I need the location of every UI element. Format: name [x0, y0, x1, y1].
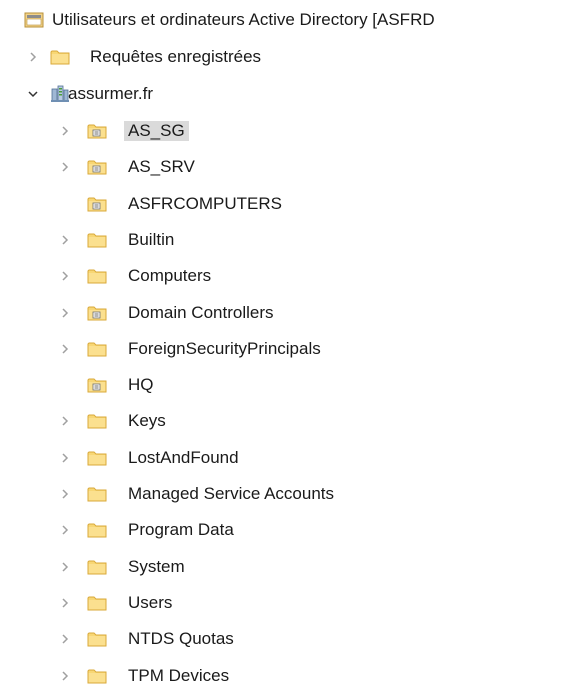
folder-icon: [87, 267, 107, 285]
folder-icon: [87, 412, 107, 430]
tree-node-label: HQ: [128, 375, 154, 395]
chevron-right-icon[interactable]: [58, 523, 72, 537]
chevron-right-icon[interactable]: [58, 560, 72, 574]
tree-node[interactable]: Users: [0, 588, 576, 618]
chevron-right-icon[interactable]: [58, 124, 72, 138]
organizational-unit-icon: [87, 158, 107, 176]
chevron-down-icon[interactable]: [26, 87, 40, 101]
tree-root-label: Utilisateurs et ordinateurs Active Direc…: [52, 10, 435, 29]
chevron-right-icon[interactable]: [58, 233, 72, 247]
tree-node-label: AS_SRV: [128, 157, 195, 177]
tree-node[interactable]: System: [0, 552, 576, 582]
tree-node[interactable]: Managed Service Accounts: [0, 479, 576, 509]
chevron-right-icon[interactable]: [58, 342, 72, 356]
tree-node-label: Computers: [128, 266, 212, 286]
chevron-right-icon[interactable]: [58, 669, 72, 683]
tree-node-label: Program Data: [128, 520, 234, 540]
tree-node[interactable]: AS_SG: [0, 116, 576, 146]
folder-icon: [87, 521, 107, 539]
tree-node-saved-queries[interactable]: Requêtes enregistrées: [0, 42, 576, 72]
tree-node[interactable]: Computers: [0, 261, 576, 291]
tree-node-label: Builtin: [128, 229, 175, 249]
chevron-right-icon[interactable]: [58, 306, 72, 320]
tree-node[interactable]: AS_SRV: [0, 152, 576, 182]
ad-tree-view: Utilisateurs et ordinateurs Active Direc…: [0, 0, 576, 684]
folder-icon: [87, 485, 107, 503]
organizational-unit-icon: [87, 195, 107, 213]
chevron-right-icon[interactable]: [26, 50, 40, 64]
tree-node[interactable]: Builtin: [0, 225, 576, 255]
organizational-unit-icon: [87, 376, 107, 394]
chevron-right-icon[interactable]: [58, 451, 72, 465]
tree-node-label: TPM Devices: [128, 665, 230, 684]
tree-node[interactable]: LostAndFound: [0, 443, 576, 473]
tree-node-label: assurmer.fr: [68, 84, 154, 103]
folder-icon: [87, 594, 107, 612]
tree-node[interactable]: Domain Controllers: [0, 298, 576, 328]
tree-node-label: Users: [128, 592, 173, 612]
chevron-right-icon[interactable]: [58, 414, 72, 428]
tree-node-label: Keys: [128, 411, 166, 431]
tree-node-domain[interactable]: assurmer.fr: [0, 79, 576, 109]
chevron-right-icon[interactable]: [58, 596, 72, 610]
tree-node[interactable]: TPM Devices: [0, 661, 576, 684]
folder-icon: [87, 231, 107, 249]
tree-node[interactable]: ASFRCOMPUTERS: [0, 189, 576, 219]
tree-node-label: AS_SG: [124, 121, 189, 141]
tree-node-label: NTDS Quotas: [128, 629, 234, 649]
tree-node[interactable]: NTDS Quotas: [0, 624, 576, 654]
tree-node[interactable]: HQ: [0, 370, 576, 400]
folder-icon: [87, 667, 107, 684]
tree-node-label: Domain Controllers: [128, 302, 274, 322]
organizational-unit-icon: [87, 122, 107, 140]
tree-root[interactable]: Utilisateurs et ordinateurs Active Direc…: [0, 5, 576, 35]
tree-node-label: Requêtes enregistrées: [90, 47, 262, 66]
tree-node-label: LostAndFound: [128, 447, 239, 467]
tree-node-label: ASFRCOMPUTERS: [128, 193, 282, 213]
chevron-right-icon[interactable]: [58, 160, 72, 174]
folder-icon: [50, 48, 70, 66]
tree-node-label: Managed Service Accounts: [128, 484, 335, 503]
folder-icon: [87, 630, 107, 648]
organizational-unit-icon: [87, 304, 107, 322]
tree-node-label: System: [128, 556, 185, 576]
tree-node-label: ForeignSecurityPrincipals: [128, 338, 321, 358]
tree-node[interactable]: Program Data: [0, 515, 576, 545]
tree-node[interactable]: Keys: [0, 406, 576, 436]
chevron-right-icon[interactable]: [58, 632, 72, 646]
folder-icon: [87, 449, 107, 467]
aduc-console-icon: [24, 11, 44, 29]
chevron-right-icon[interactable]: [58, 269, 72, 283]
folder-icon: [87, 558, 107, 576]
chevron-right-icon[interactable]: [58, 487, 72, 501]
folder-icon: [87, 340, 107, 358]
tree-node[interactable]: ForeignSecurityPrincipals: [0, 334, 576, 364]
